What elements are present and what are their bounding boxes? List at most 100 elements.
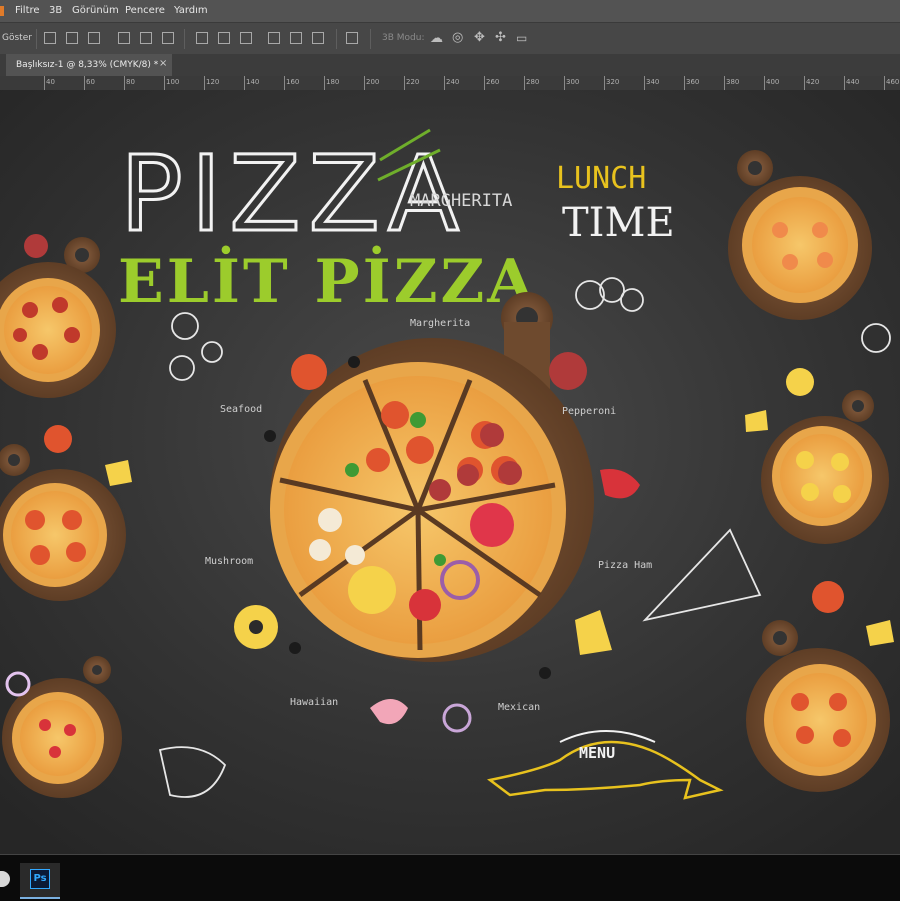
align-horizontal-center-icon[interactable] [140,32,152,44]
menu-view[interactable]: Görünüm [72,5,119,16]
margherita-subtitle: MARGHERITA [410,191,512,211]
ruler-tick-label: 340 [646,78,660,86]
artwork-canvas: PIZZA MARGHERITA ELİT PİZZA LUNCH TIME M… [0,90,900,854]
photoshop-icon: Ps [30,869,50,889]
ruler-tick-label: 140 [246,78,260,86]
lunch-text: LUNCH [556,161,646,196]
taskbar-photoshop-button[interactable]: Ps [20,863,60,899]
ruler-tick-label: 460 [886,78,900,86]
ruler-tick-label: 220 [406,78,420,86]
document-tab[interactable]: Başlıksız-1 @ 8,33% (CMYK/8) * × [6,54,172,76]
ruler-tick [764,76,765,90]
ruler-tick [684,76,685,90]
label-mushroom: Mushroom [205,556,253,567]
ruler-tick-label: 440 [846,78,860,86]
ruler-tick-label: 40 [46,78,55,86]
ruler-tick-label: 120 [206,78,220,86]
divider [370,29,371,49]
label-margherita: Margherita [410,318,470,329]
ruler-tick-label: 80 [126,78,135,86]
chrome-app-icon[interactable] [0,871,10,887]
menu-ribbon-text: MENU [579,744,615,762]
ruler-tick [124,76,125,90]
ruler-tick-label: 100 [166,78,180,86]
3d-pan-icon[interactable]: ✥ [474,30,485,45]
ruler-tick [844,76,845,90]
distribute-left-icon[interactable] [268,32,280,44]
ruler-tick-label: 180 [326,78,340,86]
ruler-tick [484,76,485,90]
ruler-tick [324,76,325,90]
divider [336,29,337,49]
ruler-tick-label: 60 [86,78,95,86]
ruler-tick-label: 380 [726,78,740,86]
ruler-tick [604,76,605,90]
ruler-tick [564,76,565,90]
ruler-tick-label: 360 [686,78,700,86]
ruler-tick [804,76,805,90]
ruler-tick [84,76,85,90]
divider [36,29,37,49]
ruler-tick-label: 280 [526,78,540,86]
label-mexican: Mexican [498,702,540,713]
3d-scale-icon[interactable]: ▭ [516,31,527,45]
ruler-tick-label: 320 [606,78,620,86]
ruler-tick [524,76,525,90]
align-vertical-center-icon[interactable] [66,32,78,44]
menu-help[interactable]: Yardım [174,5,208,16]
ruler-tick-label: 200 [366,78,380,86]
distribute-horizontal-center-icon[interactable] [290,32,302,44]
ruler-tick [444,76,445,90]
canvas-area[interactable]: PIZZA MARGHERITA ELİT PİZZA LUNCH TIME M… [0,90,900,854]
ruler-tick [44,76,45,90]
ps-app-icon-edge[interactable] [0,6,4,16]
distribute-right-icon[interactable] [312,32,324,44]
label-pepperoni: Pepperoni [562,406,616,417]
document-tab-title: Başlıksız-1 @ 8,33% (CMYK/8) * [16,60,159,70]
ruler-tick [364,76,365,90]
time-text: TIME [562,200,675,246]
pineapple-topping [348,566,396,614]
3d-mode-label: 3B Modu: [382,33,425,43]
ruler-tick [284,76,285,90]
horizontal-ruler[interactable]: 40 60 80 100 120 140 160 180 200 220 240 260 280 300 3… [0,76,900,91]
close-tab-icon[interactable]: × [159,58,167,69]
taskbar: Ps [0,854,900,901]
options-bar: Göster 3B Modu: ☁ ◎ ✥ ✣ ▭ [0,22,900,56]
ruler-tick [724,76,725,90]
ruler-tick [884,76,885,90]
ruler-tick-label: 240 [446,78,460,86]
auto-align-icon[interactable] [346,32,358,44]
ruler-tick-label: 260 [486,78,500,86]
align-right-icon[interactable] [162,32,174,44]
ruler-tick [404,76,405,90]
show-transform-label[interactable]: Göster [2,33,32,43]
label-pizza-ham: Pizza Ham [598,560,652,571]
menu-window[interactable]: Pencere [125,5,165,16]
3d-slide-icon[interactable]: ✣ [495,30,506,45]
label-seafood: Seafood [220,404,262,415]
menu-bar: Filtre 3B Görünüm Pencere Yardım [0,0,900,22]
align-top-icon[interactable] [44,32,56,44]
ruler-tick-label: 400 [766,78,780,86]
ruler-tick [204,76,205,90]
label-hawaiian: Hawaiian [290,697,338,708]
3d-orbit-icon[interactable]: ☁ [430,31,443,46]
divider [184,29,185,49]
ruler-tick-label: 420 [806,78,820,86]
ruler-tick [164,76,165,90]
distribute-bottom-icon[interactable] [240,32,252,44]
align-left-icon[interactable] [118,32,130,44]
ruler-tick [644,76,645,90]
ruler-tick-label: 160 [286,78,300,86]
menu-3d[interactable]: 3B [49,5,62,16]
3d-roll-icon[interactable]: ◎ [452,30,463,45]
menu-filter[interactable]: Filtre [15,5,40,16]
ruler-tick [244,76,245,90]
ruler-tick-label: 300 [566,78,580,86]
align-bottom-icon[interactable] [88,32,100,44]
distribute-vertical-center-icon[interactable] [218,32,230,44]
document-tab-bar: Başlıksız-1 @ 8,33% (CMYK/8) * × [0,54,900,76]
distribute-top-icon[interactable] [196,32,208,44]
brand-title: ELİT PİZZA [118,245,537,317]
